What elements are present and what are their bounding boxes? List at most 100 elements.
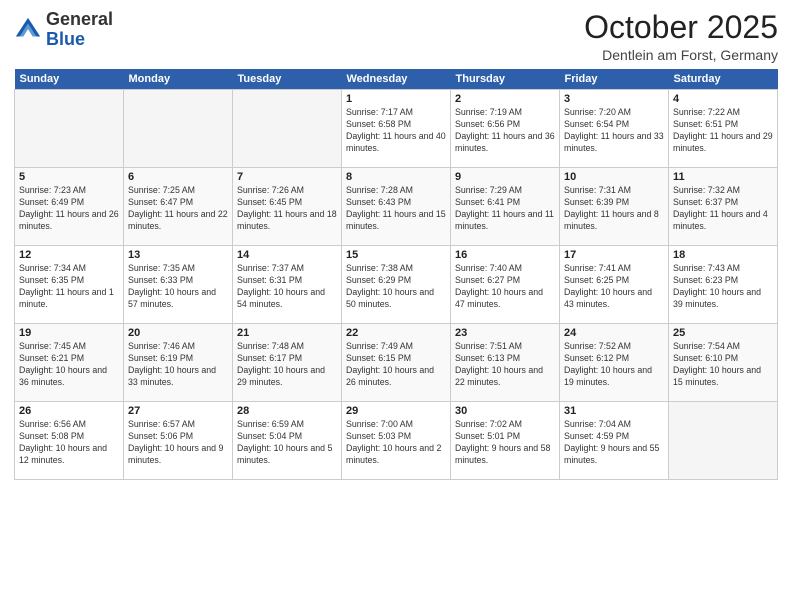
weekday-header-saturday: Saturday — [669, 69, 778, 90]
day-cell: 26 Sunrise: 6:56 AM Sunset: 5:08 PM Dayli… — [15, 402, 124, 480]
day-info: Sunrise: 7:00 AM Sunset: 5:03 PM Dayligh… — [346, 419, 446, 467]
day-info: Sunrise: 7:54 AM Sunset: 6:10 PM Dayligh… — [673, 341, 773, 389]
day-cell — [124, 90, 233, 168]
day-number: 1 — [346, 93, 446, 105]
day-number: 22 — [346, 327, 446, 339]
logo-general: General — [46, 9, 113, 29]
day-info: Sunrise: 7:22 AM Sunset: 6:51 PM Dayligh… — [673, 107, 773, 155]
title-block: October 2025 Dentlein am Forst, Germany — [584, 10, 778, 63]
day-number: 5 — [19, 171, 119, 183]
day-number: 29 — [346, 405, 446, 417]
calendar-container: General Blue October 2025 Dentlein am Fo… — [0, 0, 792, 488]
day-number: 30 — [455, 405, 555, 417]
day-cell: 9 Sunrise: 7:29 AM Sunset: 6:41 PM Daylig… — [451, 168, 560, 246]
day-number: 26 — [19, 405, 119, 417]
day-cell: 1 Sunrise: 7:17 AM Sunset: 6:58 PM Daylig… — [342, 90, 451, 168]
day-cell: 15Sunrise: 7:38 AM Sunset: 6:29 PM Dayli… — [342, 246, 451, 324]
day-cell: 10 Sunrise: 7:31 AM Sunset: 6:39 PM Dayli… — [560, 168, 669, 246]
day-cell: 5Sunrise: 7:23 AM Sunset: 6:49 PM Daylig… — [15, 168, 124, 246]
day-info: Sunrise: 6:56 AM Sunset: 5:08 PM Dayligh… — [19, 419, 119, 467]
day-info: Sunrise: 7:49 AM Sunset: 6:15 PM Dayligh… — [346, 341, 446, 389]
logo-blue: Blue — [46, 29, 85, 49]
day-cell: 4Sunrise: 7:22 AM Sunset: 6:51 PM Daylig… — [669, 90, 778, 168]
day-cell: 28Sunrise: 6:59 AM Sunset: 5:04 PM Dayli… — [233, 402, 342, 480]
day-cell: 25 Sunrise: 7:54 AM Sunset: 6:10 PM Dayli… — [669, 324, 778, 402]
day-info: Sunrise: 7:46 AM Sunset: 6:19 PM Dayligh… — [128, 341, 228, 389]
week-row-5: 26 Sunrise: 6:56 AM Sunset: 5:08 PM Dayli… — [15, 402, 778, 480]
day-number: 24 — [564, 327, 664, 339]
weekday-header-wednesday: Wednesday — [342, 69, 451, 90]
day-number: 10 — [564, 171, 664, 183]
day-cell: 31Sunrise: 7:04 AM Sunset: 4:59 PM Dayli… — [560, 402, 669, 480]
logo-text: General Blue — [46, 10, 113, 50]
day-cell: 27 Sunrise: 6:57 AM Sunset: 5:06 PM Dayli… — [124, 402, 233, 480]
day-info: Sunrise: 7:35 AM Sunset: 6:33 PM Dayligh… — [128, 263, 228, 311]
weekday-header-monday: Monday — [124, 69, 233, 90]
day-info: Sunrise: 6:57 AM Sunset: 5:06 PM Dayligh… — [128, 419, 228, 467]
month-title: October 2025 — [584, 10, 778, 45]
day-number: 17 — [564, 249, 664, 261]
day-cell: 12 Sunrise: 7:34 AM Sunset: 6:35 PM Dayli… — [15, 246, 124, 324]
week-row-3: 12 Sunrise: 7:34 AM Sunset: 6:35 PM Dayli… — [15, 246, 778, 324]
day-number: 25 — [673, 327, 773, 339]
day-cell: 16Sunrise: 7:40 AM Sunset: 6:27 PM Dayli… — [451, 246, 560, 324]
day-info: Sunrise: 7:29 AM Sunset: 6:41 PM Dayligh… — [455, 185, 555, 233]
day-number: 7 — [237, 171, 337, 183]
day-number: 21 — [237, 327, 337, 339]
day-number: 23 — [455, 327, 555, 339]
day-cell: 3 Sunrise: 7:20 AM Sunset: 6:54 PM Daylig… — [560, 90, 669, 168]
day-info: Sunrise: 7:41 AM Sunset: 6:25 PM Dayligh… — [564, 263, 664, 311]
day-cell: 13 Sunrise: 7:35 AM Sunset: 6:33 PM Dayli… — [124, 246, 233, 324]
day-cell: 23 Sunrise: 7:51 AM Sunset: 6:13 PM Dayli… — [451, 324, 560, 402]
day-number: 14 — [237, 249, 337, 261]
day-cell: 20Sunrise: 7:46 AM Sunset: 6:19 PM Dayli… — [124, 324, 233, 402]
day-number: 8 — [346, 171, 446, 183]
day-cell: 11 Sunrise: 7:32 AM Sunset: 6:37 PM Dayli… — [669, 168, 778, 246]
day-info: Sunrise: 7:19 AM Sunset: 6:56 PM Dayligh… — [455, 107, 555, 155]
day-cell: 2 Sunrise: 7:19 AM Sunset: 6:56 PM Daylig… — [451, 90, 560, 168]
day-number: 3 — [564, 93, 664, 105]
day-cell: 6Sunrise: 7:25 AM Sunset: 6:47 PM Daylig… — [124, 168, 233, 246]
day-number: 9 — [455, 171, 555, 183]
day-info: Sunrise: 7:26 AM Sunset: 6:45 PM Dayligh… — [237, 185, 337, 233]
day-number: 19 — [19, 327, 119, 339]
day-cell — [15, 90, 124, 168]
day-info: Sunrise: 7:20 AM Sunset: 6:54 PM Dayligh… — [564, 107, 664, 155]
day-cell: 17 Sunrise: 7:41 AM Sunset: 6:25 PM Dayli… — [560, 246, 669, 324]
day-number: 27 — [128, 405, 228, 417]
day-cell: 21Sunrise: 7:48 AM Sunset: 6:17 PM Dayli… — [233, 324, 342, 402]
week-row-2: 5Sunrise: 7:23 AM Sunset: 6:49 PM Daylig… — [15, 168, 778, 246]
day-info: Sunrise: 7:17 AM Sunset: 6:58 PM Dayligh… — [346, 107, 446, 155]
weekday-header-thursday: Thursday — [451, 69, 560, 90]
day-info: Sunrise: 7:37 AM Sunset: 6:31 PM Dayligh… — [237, 263, 337, 311]
day-number: 2 — [455, 93, 555, 105]
weekday-header-friday: Friday — [560, 69, 669, 90]
location: Dentlein am Forst, Germany — [584, 47, 778, 63]
day-info: Sunrise: 7:31 AM Sunset: 6:39 PM Dayligh… — [564, 185, 664, 233]
week-row-1: 1 Sunrise: 7:17 AM Sunset: 6:58 PM Daylig… — [15, 90, 778, 168]
day-number: 13 — [128, 249, 228, 261]
day-number: 31 — [564, 405, 664, 417]
day-info: Sunrise: 7:34 AM Sunset: 6:35 PM Dayligh… — [19, 263, 119, 311]
day-number: 18 — [673, 249, 773, 261]
logo: General Blue — [14, 10, 113, 50]
day-cell — [669, 402, 778, 480]
day-info: Sunrise: 7:32 AM Sunset: 6:37 PM Dayligh… — [673, 185, 773, 233]
week-row-4: 19 Sunrise: 7:45 AM Sunset: 6:21 PM Dayli… — [15, 324, 778, 402]
day-info: Sunrise: 7:45 AM Sunset: 6:21 PM Dayligh… — [19, 341, 119, 389]
day-number: 11 — [673, 171, 773, 183]
day-number: 16 — [455, 249, 555, 261]
day-cell: 14 Sunrise: 7:37 AM Sunset: 6:31 PM Dayli… — [233, 246, 342, 324]
day-cell: 24Sunrise: 7:52 AM Sunset: 6:12 PM Dayli… — [560, 324, 669, 402]
day-number: 28 — [237, 405, 337, 417]
day-number: 12 — [19, 249, 119, 261]
calendar-table: SundayMondayTuesdayWednesdayThursdayFrid… — [14, 69, 778, 480]
day-cell: 22 Sunrise: 7:49 AM Sunset: 6:15 PM Dayli… — [342, 324, 451, 402]
day-cell: 7 Sunrise: 7:26 AM Sunset: 6:45 PM Daylig… — [233, 168, 342, 246]
day-cell: 30Sunrise: 7:02 AM Sunset: 5:01 PM Dayli… — [451, 402, 560, 480]
day-info: Sunrise: 7:28 AM Sunset: 6:43 PM Dayligh… — [346, 185, 446, 233]
day-number: 15 — [346, 249, 446, 261]
header: General Blue October 2025 Dentlein am Fo… — [14, 10, 778, 63]
day-info: Sunrise: 7:51 AM Sunset: 6:13 PM Dayligh… — [455, 341, 555, 389]
day-cell: 18Sunrise: 7:43 AM Sunset: 6:23 PM Dayli… — [669, 246, 778, 324]
